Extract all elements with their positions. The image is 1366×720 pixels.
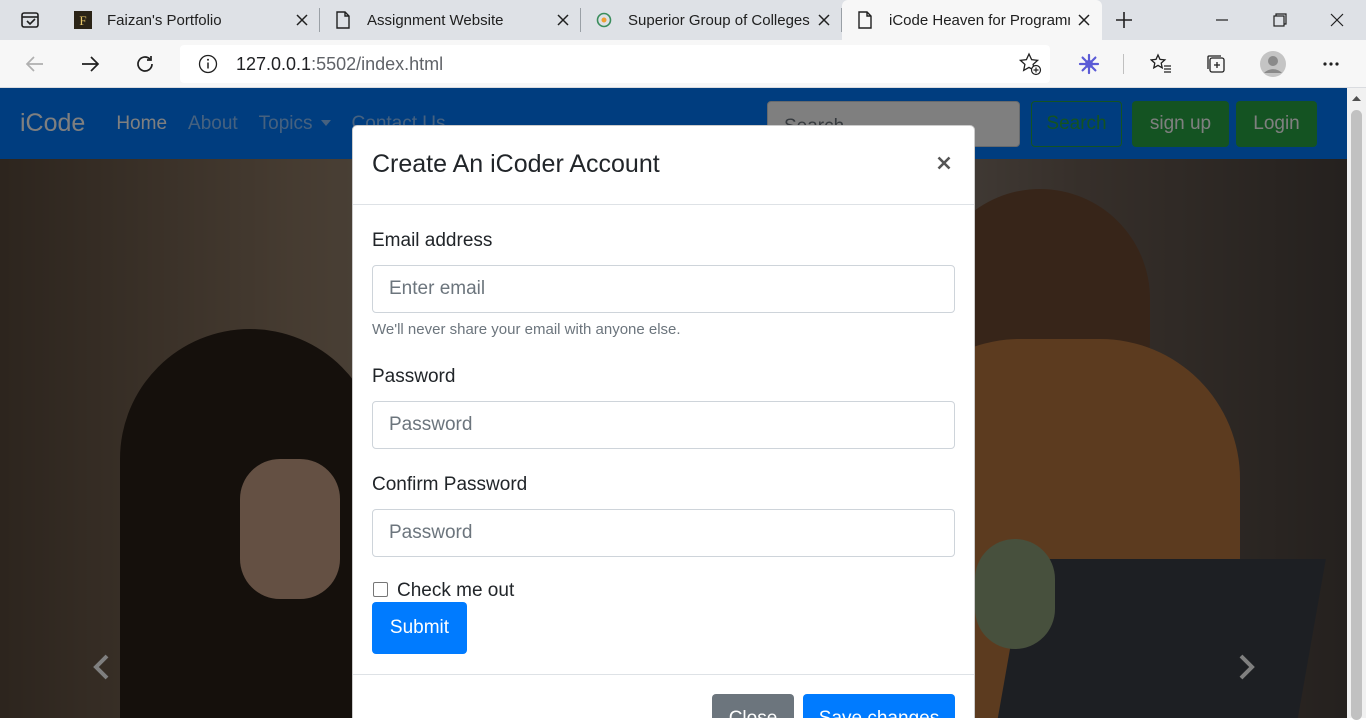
- submit-button[interactable]: Submit: [372, 602, 467, 654]
- globe-icon: [595, 11, 613, 29]
- page-scrollbar[interactable]: [1347, 88, 1366, 720]
- collections-icon: [1207, 55, 1225, 73]
- refresh-icon: [137, 56, 153, 72]
- extension-button[interactable]: [1073, 48, 1105, 80]
- site-info-icon[interactable]: [188, 45, 228, 83]
- url-path: :5502/index.html: [311, 53, 444, 74]
- modal-close-button[interactable]: [933, 152, 955, 174]
- confirm-password-label: Confirm Password: [372, 474, 528, 495]
- confirm-password-field[interactable]: Password: [372, 509, 955, 557]
- url-text: 127.0.0.1:5502/index.html: [236, 54, 443, 75]
- minimize-button[interactable]: [1193, 0, 1251, 40]
- collections-button[interactable]: [1200, 48, 1232, 80]
- browser-toolbar: 127.0.0.1:5502/index.html: [0, 40, 1366, 88]
- avatar-icon: [1260, 51, 1286, 77]
- star-list-icon: [1150, 53, 1171, 73]
- tab-superior-group[interactable]: Superior Group of Colleges: [581, 0, 842, 40]
- modal-header: Create An iCoder Account: [353, 126, 974, 205]
- back-button[interactable]: [19, 48, 51, 80]
- tab-actions-icon: [21, 12, 39, 28]
- puzzle-icon: [1078, 53, 1100, 75]
- new-tab-button[interactable]: [1110, 6, 1138, 34]
- restore-button[interactable]: [1251, 0, 1309, 40]
- close-icon[interactable]: [1070, 6, 1098, 34]
- close-button[interactable]: Close: [712, 694, 794, 718]
- tab-title: iCode Heaven for Programmers: [889, 11, 1070, 29]
- arrow-left-icon: [25, 56, 43, 72]
- tab-title: Superior Group of Colleges: [628, 11, 810, 29]
- more-icon: [1323, 62, 1339, 66]
- profile-button[interactable]: [1257, 48, 1289, 80]
- password-field[interactable]: Password: [372, 401, 955, 449]
- close-icon[interactable]: [549, 6, 577, 34]
- more-menu-button[interactable]: [1315, 48, 1347, 80]
- tab-title: Faizan's Portfolio: [107, 11, 222, 29]
- modal-footer-divider: [353, 674, 974, 675]
- tab-assignment-website[interactable]: Assignment Website: [320, 0, 581, 40]
- save-changes-button[interactable]: Save changes: [803, 694, 955, 718]
- close-icon[interactable]: [810, 6, 838, 34]
- tab-faizans-portfolio[interactable]: F Faizan's Portfolio: [60, 0, 320, 40]
- tab-actions-button[interactable]: [0, 0, 60, 40]
- address-bar[interactable]: 127.0.0.1:5502/index.html: [180, 45, 1050, 83]
- minimize-icon: [1216, 19, 1228, 21]
- letter-F-icon: F: [74, 11, 92, 29]
- arrow-right-icon: [82, 56, 100, 72]
- add-favorite-icon[interactable]: [1018, 52, 1042, 76]
- modal-title: Create An iCoder Account: [372, 150, 660, 178]
- email-field[interactable]: Enter email: [372, 265, 955, 313]
- restore-icon: [1273, 13, 1287, 27]
- plus-icon: [1116, 12, 1132, 28]
- page-viewport: iCode Home About Topics Contact Us Searc…: [0, 88, 1347, 718]
- window-close-button[interactable]: [1308, 0, 1366, 40]
- close-icon: [1330, 13, 1344, 27]
- signup-modal: Create An iCoder Account Email address E…: [352, 125, 975, 718]
- page-icon: [856, 11, 874, 29]
- password-label: Password: [372, 366, 456, 387]
- browser-tab-strip: F Faizan's Portfolio Assignment Website …: [0, 0, 1366, 40]
- toolbar-divider: [1123, 54, 1124, 74]
- close-icon: [937, 156, 951, 170]
- check-me-out-checkbox[interactable]: [373, 582, 388, 597]
- email-label: Email address: [372, 230, 493, 251]
- email-help-text: We'll never share your email with anyone…: [372, 321, 681, 338]
- checkbox-label: Check me out: [397, 580, 515, 601]
- page-icon: [334, 11, 352, 29]
- refresh-button[interactable]: [129, 48, 161, 80]
- tab-icode-heaven[interactable]: iCode Heaven for Programmers: [842, 0, 1102, 40]
- tab-title: Assignment Website: [367, 11, 504, 29]
- forward-button[interactable]: [74, 48, 106, 80]
- scroll-up-icon[interactable]: [1351, 94, 1362, 102]
- close-icon[interactable]: [288, 6, 316, 34]
- favorites-button[interactable]: [1145, 48, 1177, 80]
- url-host: 127.0.0.1: [236, 53, 312, 74]
- svg-text:F: F: [79, 13, 86, 28]
- scrollbar-thumb[interactable]: [1351, 110, 1362, 720]
